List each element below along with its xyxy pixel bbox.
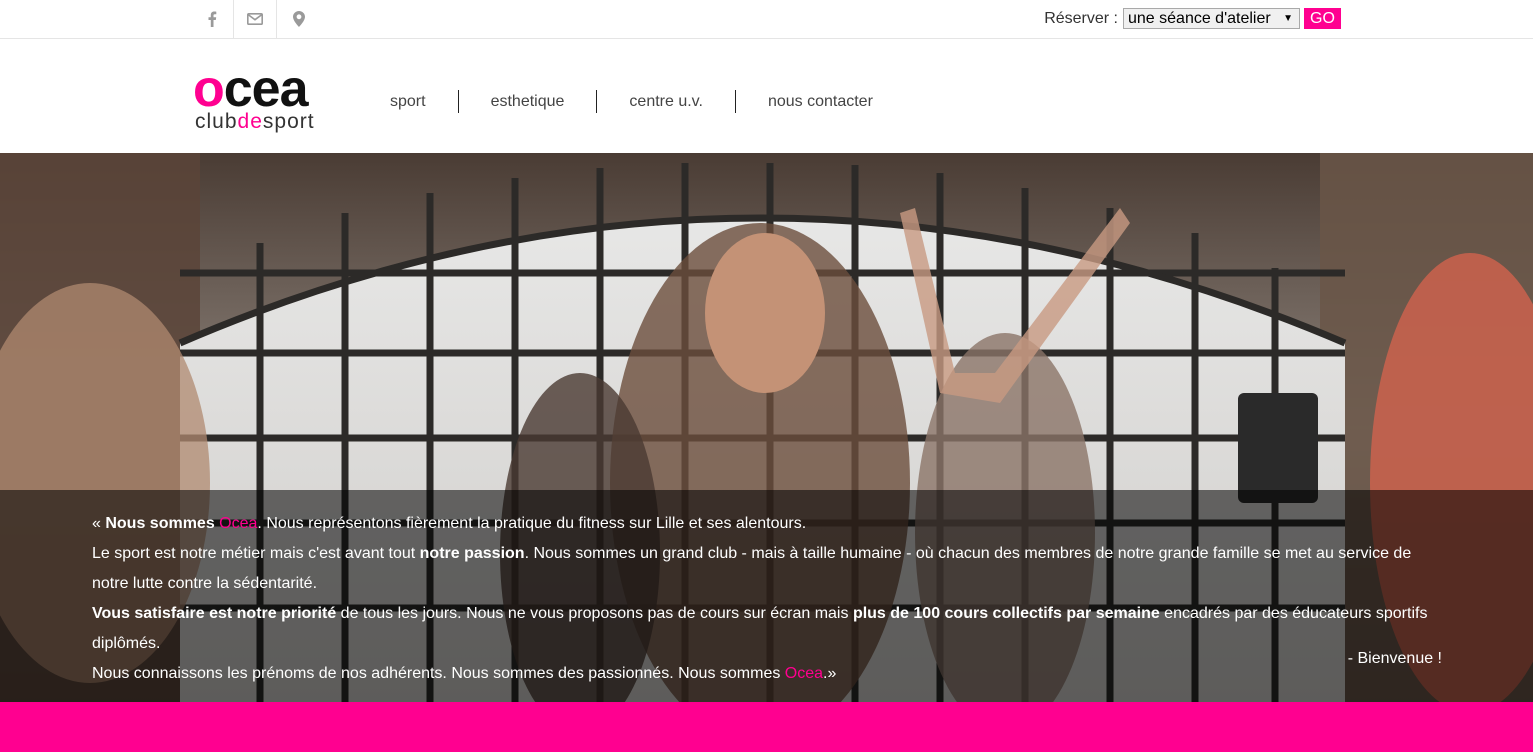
- site-header: ocea clubdesport sport esthetique centre…: [0, 39, 1533, 153]
- go-button[interactable]: GO: [1304, 8, 1341, 29]
- intro-text: « Nous sommes Ocea. Nous représentons fi…: [92, 509, 1442, 689]
- nav-item-sport[interactable]: sport: [358, 90, 459, 113]
- pink-band: [0, 702, 1533, 752]
- logo-wordmark: ocea: [193, 60, 309, 118]
- intro-line-1: « Nous sommes Ocea. Nous représentons fi…: [92, 515, 807, 532]
- mail-icon[interactable]: [234, 0, 277, 38]
- reservation-form: Réserver : une séance d'atelier ▼ GO: [1044, 8, 1341, 29]
- top-bar: Réserver : une séance d'atelier ▼ GO: [0, 0, 1533, 39]
- intro-line-3: Vous satisfaire est notre priorité de to…: [92, 605, 1428, 652]
- dropdown-arrow-icon: ▼: [1283, 13, 1293, 24]
- intro-line-4: Nous connaissons les prénoms de nos adhé…: [92, 665, 837, 682]
- reserve-select[interactable]: une séance d'atelier ▼: [1123, 8, 1300, 29]
- social-links: [191, 0, 320, 38]
- brand-name: Ocea: [219, 515, 258, 532]
- brand-name: Ocea: [784, 665, 824, 682]
- nav-item-esthetique[interactable]: esthetique: [459, 90, 598, 113]
- nav-item-contact[interactable]: nous contacter: [736, 90, 905, 113]
- welcome-text: - Bienvenue !: [1347, 650, 1442, 667]
- logo[interactable]: ocea clubdesport: [193, 60, 363, 137]
- map-marker-icon[interactable]: [277, 0, 320, 38]
- main-nav: sport esthetique centre u.v. nous contac…: [358, 90, 905, 113]
- reserve-label: Réserver :: [1044, 9, 1118, 27]
- hero-banner: « Nous sommes Ocea. Nous représentons fi…: [0, 153, 1533, 702]
- facebook-icon[interactable]: [191, 0, 234, 38]
- reserve-select-value: une séance d'atelier: [1128, 10, 1271, 27]
- intro-line-2: Le sport est notre métier mais c'est ava…: [92, 545, 1412, 592]
- nav-item-centre-uv[interactable]: centre u.v.: [597, 90, 736, 113]
- logo-tagline: clubdesport: [195, 110, 315, 133]
